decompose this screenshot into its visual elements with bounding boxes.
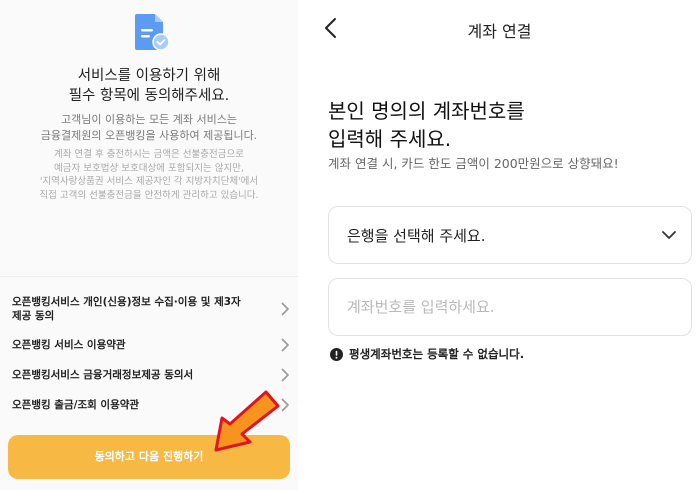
document-check-icon (135, 14, 170, 51)
consent-panel: 서비스를 이용하기 위해 필수 항목에 동의해주세요. 고객님이 이용하는 모든… (0, 0, 298, 490)
notice-message: 평생계좌번호는 등록할 수 없습니다. (330, 346, 524, 362)
term-label: 오픈뱅킹서비스 개인(신용)정보 수집·이용 및 제3자 (12, 296, 241, 308)
bank-select-placeholder: 은행을 선택해 주세요. (347, 226, 486, 245)
account-link-panel: 계좌 연결 본인 명의의 계좌번호를 입력해 주세요. 계좌 연결 시, 카드 … (302, 0, 697, 490)
account-heading: 본인 명의의 계좌번호를 입력해 주세요. (328, 99, 525, 151)
page-title: 계좌 연결 (467, 22, 532, 41)
consent-note: 계좌 연결 후 충전하시는 금액은 선불충전금으로 예금자 보호법상 보호대상에… (39, 149, 259, 201)
term-item-financial-info[interactable]: 오픈뱅킹서비스 금융거래정보제공 동의서 (12, 367, 290, 383)
divider (0, 276, 298, 277)
bank-select-dropdown[interactable]: 은행을 선택해 주세요. (328, 206, 692, 264)
chevron-right-icon (281, 338, 290, 352)
chevron-down-icon (662, 231, 676, 239)
term-item-service-terms[interactable]: 오픈뱅킹 서비스 이용약관 (12, 337, 290, 353)
term-label: 오픈뱅킹 서비스 이용약관 (12, 339, 126, 351)
warning-icon (330, 347, 343, 361)
consent-title: 서비스를 이용하기 위해 필수 항목에 동의해주세요. (68, 68, 230, 104)
term-label: 오픈뱅킹 출금/조회 이용약관 (12, 399, 140, 411)
chevron-right-icon (281, 302, 290, 316)
annotation-arrow-icon (214, 390, 280, 452)
chevron-right-icon (281, 368, 290, 382)
term-item-personal-info[interactable]: 오픈뱅킹서비스 개인(신용)정보 수집·이용 및 제3자 제공 동의 (12, 294, 290, 324)
limit-info-text: 계좌 연결 시, 카드 한도 금액이 200만원으로 상향돼요! (328, 156, 619, 171)
account-number-input[interactable] (328, 278, 692, 336)
consent-description: 고객님이 이용하는 모든 계좌 서비스는 금융결제원의 오픈뱅킹을 사용하여 제… (40, 113, 258, 142)
term-label-cont: 제공 동의 (12, 310, 55, 322)
term-label: 오픈뱅킹서비스 금융거래정보제공 동의서 (12, 369, 194, 381)
